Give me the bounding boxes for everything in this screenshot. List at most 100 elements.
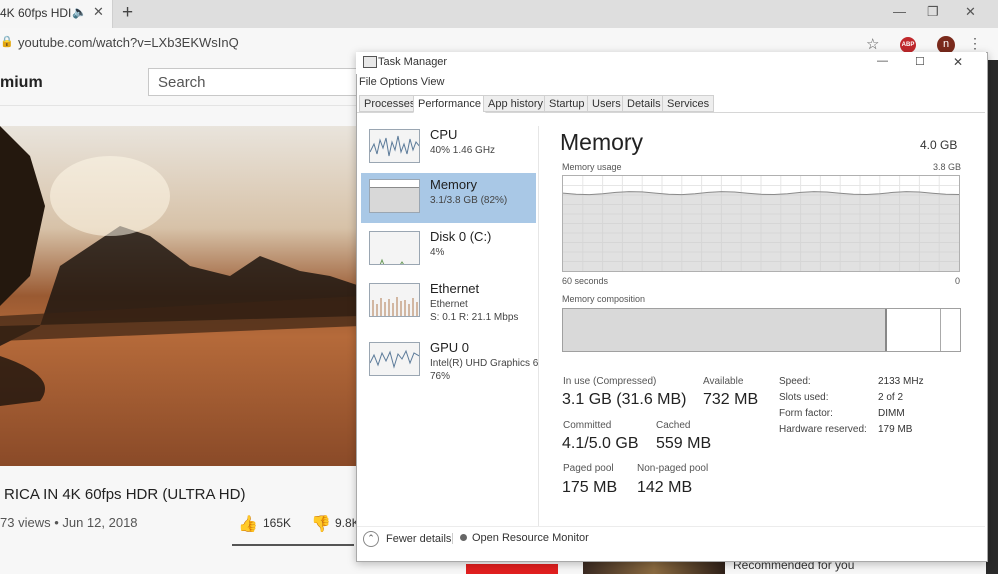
fewer-details-link[interactable]: Fewer details — [386, 533, 451, 545]
browser-tab-strip — [0, 0, 998, 28]
task-manager-app-icon — [363, 56, 377, 68]
lock-icon[interactable]: 🔒 — [0, 35, 14, 48]
in-use-label: In use (Compressed) — [563, 376, 657, 387]
slots-label: Slots used: — [779, 392, 829, 403]
memory-usage-label: Memory usage — [562, 162, 622, 172]
memory-cached-segment-edge — [940, 309, 941, 351]
video-meta: 73 views • Jun 12, 2018 — [0, 515, 138, 530]
browser-minimize-button[interactable]: — — [893, 4, 906, 19]
form-factor-value: DIMM — [878, 408, 905, 419]
memory-heading: Memory — [560, 129, 644, 155]
thumbs-down-icon[interactable]: 👎 — [311, 514, 331, 534]
tab-users[interactable]: Users — [587, 95, 626, 112]
resource-detail: 40% 1.46 GHz — [430, 145, 496, 156]
tab-close-icon[interactable]: ✕ — [93, 4, 104, 20]
sidebar-item-gpu[interactable]: GPU 0 Intel(R) UHD Graphics 6 76% — [361, 336, 539, 386]
paged-pool-label: Paged pool — [563, 463, 614, 474]
gpu-mini-graph — [369, 342, 420, 376]
non-paged-pool-value: 142 MB — [637, 479, 693, 496]
non-paged-pool-label: Non-paged pool — [637, 463, 709, 474]
tm-close-button[interactable]: ✕ — [953, 55, 963, 69]
hardware-reserved-label: Hardware reserved: — [779, 424, 867, 435]
resource-monitor-icon[interactable] — [460, 534, 467, 541]
address-bar[interactable]: youtube.com/watch?v=LXb3EKWsInQ — [18, 35, 239, 50]
footer-separator — [452, 533, 453, 544]
cached-label: Cached — [656, 420, 691, 431]
tab-app-history[interactable]: App history — [483, 95, 549, 112]
sidebar-item-ethernet[interactable]: Ethernet Ethernet S: 0.1 R: 21.1 Mbps — [361, 277, 536, 327]
available-label: Available — [703, 376, 744, 387]
like-ratio-bar — [232, 544, 354, 546]
sidebar-item-cpu[interactable]: CPU 40% 1.46 GHz — [361, 123, 536, 173]
new-tab-button[interactable]: + — [122, 2, 133, 24]
tm-menu-bar[interactable]: File Options View — [359, 76, 444, 88]
resource-detail-2: S: 0.1 R: 21.1 Mbps — [430, 312, 519, 323]
memory-mini-graph — [369, 179, 420, 213]
speed-label: Speed: — [779, 376, 811, 387]
browser-menu-icon[interactable]: ⋮ — [968, 35, 982, 52]
resource-name: Disk 0 (C:) — [430, 229, 492, 244]
youtube-logo[interactable]: mium — [0, 74, 43, 92]
tab-processes[interactable]: Processes — [359, 95, 421, 112]
sidebar-divider — [538, 126, 539, 526]
resource-detail: Ethernet — [430, 299, 468, 310]
memory-usage-graph — [562, 175, 960, 272]
cached-value: 559 MB — [656, 435, 712, 452]
tab-details[interactable]: Details — [622, 95, 666, 112]
speaker-icon[interactable]: 🔈 — [72, 5, 87, 19]
thumbs-up-icon[interactable]: 👍 — [238, 514, 258, 534]
form-factor-label: Form factor: — [779, 408, 833, 419]
memory-composition-label: Memory composition — [562, 294, 646, 304]
memory-total: 4.0 GB — [920, 138, 958, 152]
resource-detail: 4% — [430, 247, 445, 258]
memory-usage-plot — [562, 176, 960, 271]
tm-footer-divider — [357, 526, 985, 527]
video-player[interactable] — [0, 126, 360, 466]
chevron-up-icon[interactable]: ⌃ — [363, 531, 379, 547]
speed-value: 2133 MHz — [878, 376, 924, 387]
memory-usage-max: 3.8 GB — [933, 162, 962, 172]
tab-performance[interactable]: Performance — [413, 95, 486, 113]
browser-restore-button[interactable]: ❐ — [927, 4, 939, 20]
graph-axis-end: 0 — [955, 276, 961, 286]
open-resource-monitor-link[interactable]: Open Resource Monitor — [472, 532, 589, 544]
tab-startup[interactable]: Startup — [544, 95, 590, 112]
resource-detail: Intel(R) UHD Graphics 6 — [430, 358, 539, 369]
header-divider — [0, 105, 360, 106]
memory-in-use-segment — [563, 309, 887, 351]
cpu-mini-graph — [369, 129, 420, 163]
slots-value: 2 of 2 — [878, 392, 904, 403]
committed-value: 4.1/5.0 GB — [562, 435, 639, 452]
tm-maximize-button[interactable]: ☐ — [915, 55, 925, 68]
browser-close-button[interactable]: ✕ — [965, 4, 976, 20]
resource-name: GPU 0 — [430, 340, 470, 355]
available-value: 732 MB — [703, 391, 759, 408]
youtube-search-placeholder: Search — [158, 74, 206, 91]
graph-axis-start: 60 seconds — [562, 276, 609, 286]
adblock-extension-icon[interactable]: ABP — [900, 37, 916, 53]
subscribe-button[interactable] — [466, 564, 558, 574]
resource-detail: 3.1/3.8 GB (82%) — [430, 195, 508, 206]
resource-name: Ethernet — [430, 281, 480, 296]
committed-label: Committed — [563, 420, 612, 431]
disk-mini-graph — [369, 231, 420, 265]
tab-services[interactable]: Services — [662, 95, 715, 112]
resource-name: Memory — [430, 177, 477, 192]
resource-detail-2: 76% — [430, 371, 451, 382]
resource-name: CPU — [430, 127, 458, 142]
paged-pool-value: 175 MB — [562, 479, 618, 496]
hardware-reserved-value: 179 MB — [878, 424, 913, 435]
video-title: RICA IN 4K 60fps HDR (ULTRA HD) — [4, 486, 246, 503]
sidebar-item-disk[interactable]: Disk 0 (C:) 4% — [361, 225, 536, 275]
video-frame-image — [0, 126, 360, 406]
like-count: 165K — [263, 516, 292, 530]
bookmark-star-icon[interactable]: ☆ — [866, 35, 879, 53]
task-manager-titlebar[interactable] — [356, 52, 986, 74]
ethernet-mini-graph — [369, 283, 420, 317]
memory-usage-area — [563, 191, 959, 271]
task-manager-title: Task Manager — [378, 56, 448, 68]
tm-minimize-button[interactable]: — — [877, 55, 888, 67]
in-use-value: 3.1 GB (31.6 MB) — [562, 391, 687, 408]
browser-tab-title: 4K 60fps HDI — [0, 6, 72, 20]
sidebar-item-memory[interactable]: Memory 3.1/3.8 GB (82%) — [361, 173, 536, 223]
